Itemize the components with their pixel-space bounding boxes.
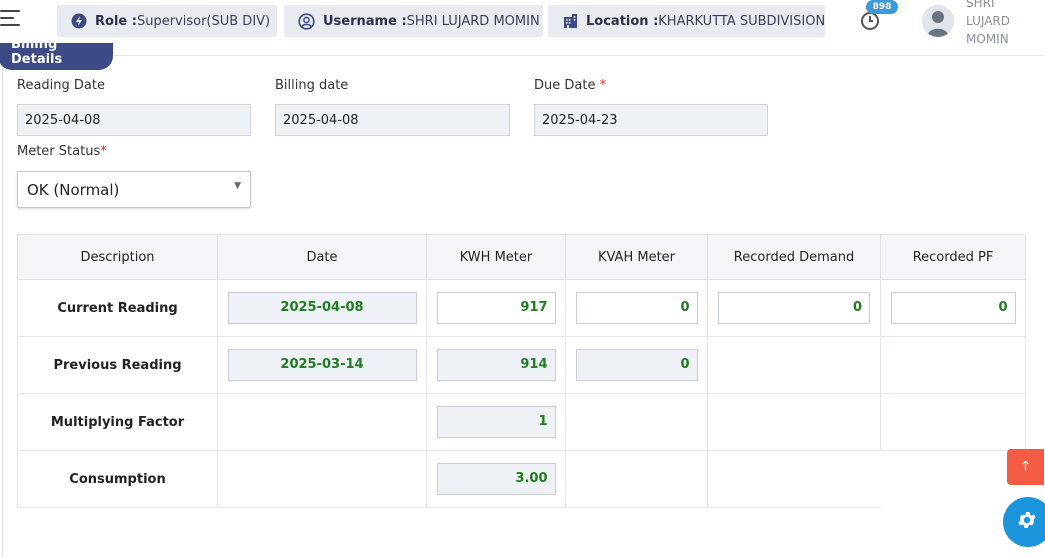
- empty-cell: [565, 450, 708, 508]
- kwh-cell: 3.00: [426, 450, 566, 508]
- user-name[interactable]: SHRI LUJARD MOMIN: [966, 0, 1036, 48]
- meter-status-label-text: Meter Status: [17, 144, 101, 159]
- section-title-text: Billing Details: [11, 43, 63, 67]
- table-row-previous: Previous Reading 2025-03-14 914 0: [17, 336, 1026, 394]
- current-kwh-input[interactable]: 917: [436, 292, 556, 324]
- current-demand-input[interactable]: 0: [718, 292, 870, 324]
- pf-cell: 0: [880, 279, 1026, 337]
- current-pf-input[interactable]: 0: [890, 292, 1016, 324]
- role-pill: Role : Supervisor(SUB DIV): [57, 5, 277, 37]
- settings-button[interactable]: [1003, 497, 1045, 547]
- empty-cell: [880, 393, 1026, 451]
- empty-cell: [217, 450, 427, 508]
- date-cell: 2025-04-08: [217, 279, 427, 337]
- meter-status-value: OK (Normal): [27, 180, 120, 199]
- col-header-pf: Recorded PF: [880, 234, 1026, 280]
- empty-cell: [217, 393, 427, 451]
- billing-date-label: Billing date: [275, 78, 349, 93]
- role-label: Role :: [95, 13, 137, 29]
- username-label: Username :: [323, 13, 407, 29]
- gear-icon: [1016, 509, 1038, 535]
- meter-status-select[interactable]: OK (Normal) ▼: [17, 171, 251, 208]
- location-label: Location :: [586, 13, 659, 29]
- avatar-icon[interactable]: [922, 5, 954, 37]
- empty-cell: [565, 393, 708, 451]
- kwh-cell: 1: [426, 393, 566, 451]
- top-bar: Role : Supervisor(SUB DIV) Username : SHRI…: [0, 0, 1045, 56]
- username-value: SHRI LUJARD MOMIN: [406, 13, 540, 29]
- col-header-description: Description: [17, 234, 218, 280]
- kvah-cell: 0: [565, 279, 708, 337]
- readings-table: Description Date KWH Meter KVAH Meter Re…: [17, 234, 1026, 508]
- required-mark: *: [100, 144, 107, 159]
- table-row-multiplying: Multiplying Factor 1: [17, 393, 1026, 451]
- location-pill: Location : KHARKUTTA SUBDIVISION: [548, 5, 825, 37]
- arrow-up-icon: ↑: [1019, 459, 1032, 475]
- notification-badge[interactable]: 898: [866, 0, 898, 14]
- col-header-date: Date: [217, 234, 427, 280]
- menu-icon[interactable]: [0, 10, 22, 32]
- building-icon: [562, 12, 578, 30]
- reading-date-field[interactable]: 2025-04-08: [17, 104, 251, 136]
- col-header-kvah: KVAH Meter: [565, 234, 708, 280]
- kvah-cell: 0: [565, 336, 708, 394]
- kwh-cell: 917: [426, 279, 566, 337]
- user-circle-icon: [298, 12, 315, 30]
- current-kvah-input[interactable]: 0: [575, 292, 698, 324]
- meter-status-label: Meter Status*: [17, 144, 107, 159]
- empty-cell: [707, 336, 881, 394]
- location-value: KHARKUTTA SUBDIVISION: [658, 13, 826, 29]
- previous-date-field[interactable]: 2025-03-14: [227, 349, 417, 381]
- scroll-top-button[interactable]: ↑: [1007, 449, 1044, 485]
- role-value: Supervisor(SUB DIV): [136, 13, 271, 29]
- table-header-row: Description Date KWH Meter KVAH Meter Re…: [17, 234, 1026, 280]
- empty-cell: [881, 451, 1026, 508]
- due-date-label-text: Due Date: [534, 78, 596, 93]
- due-date-label: Due Date *: [534, 78, 606, 93]
- user-name-line: SHRI: [966, 0, 995, 10]
- row-label: Previous Reading: [17, 336, 218, 394]
- row-label: Current Reading: [17, 279, 218, 337]
- user-name-line: LUJARD: [966, 14, 1010, 28]
- empty-cell: [880, 336, 1026, 394]
- demand-cell: 0: [707, 279, 881, 337]
- row-label: Multiplying Factor: [17, 393, 218, 451]
- empty-cell: [707, 393, 881, 451]
- username-pill: Username : SHRI LUJARD MOMIN: [284, 5, 543, 37]
- bolt-icon: [71, 12, 87, 30]
- user-name-line: MOMIN: [966, 32, 1009, 46]
- consumption-field[interactable]: 3.00: [436, 463, 556, 495]
- previous-kvah-field[interactable]: 0: [575, 349, 698, 381]
- chevron-down-icon: ▼: [234, 181, 241, 191]
- billing-date-field[interactable]: 2025-04-08: [275, 104, 510, 136]
- section-title: Billing Details: [0, 43, 113, 70]
- current-date-field[interactable]: 2025-04-08: [227, 292, 417, 324]
- table-row-consumption: Consumption 3.00: [17, 450, 1026, 508]
- required-mark: *: [599, 78, 607, 93]
- row-label: Consumption: [17, 450, 218, 508]
- kwh-cell: 914: [426, 336, 566, 394]
- multiplying-factor-field[interactable]: 1: [436, 406, 556, 438]
- col-header-kwh: KWH Meter: [426, 234, 566, 280]
- previous-kwh-field[interactable]: 914: [436, 349, 556, 381]
- date-cell: 2025-03-14: [217, 336, 427, 394]
- col-header-demand: Recorded Demand: [707, 234, 881, 280]
- table-row-current: Current Reading 2025-04-08 917 0 0 0: [17, 279, 1026, 337]
- reading-date-label: Reading Date: [17, 78, 105, 93]
- due-date-field[interactable]: 2025-04-23: [534, 104, 768, 136]
- empty-cell: [707, 450, 881, 508]
